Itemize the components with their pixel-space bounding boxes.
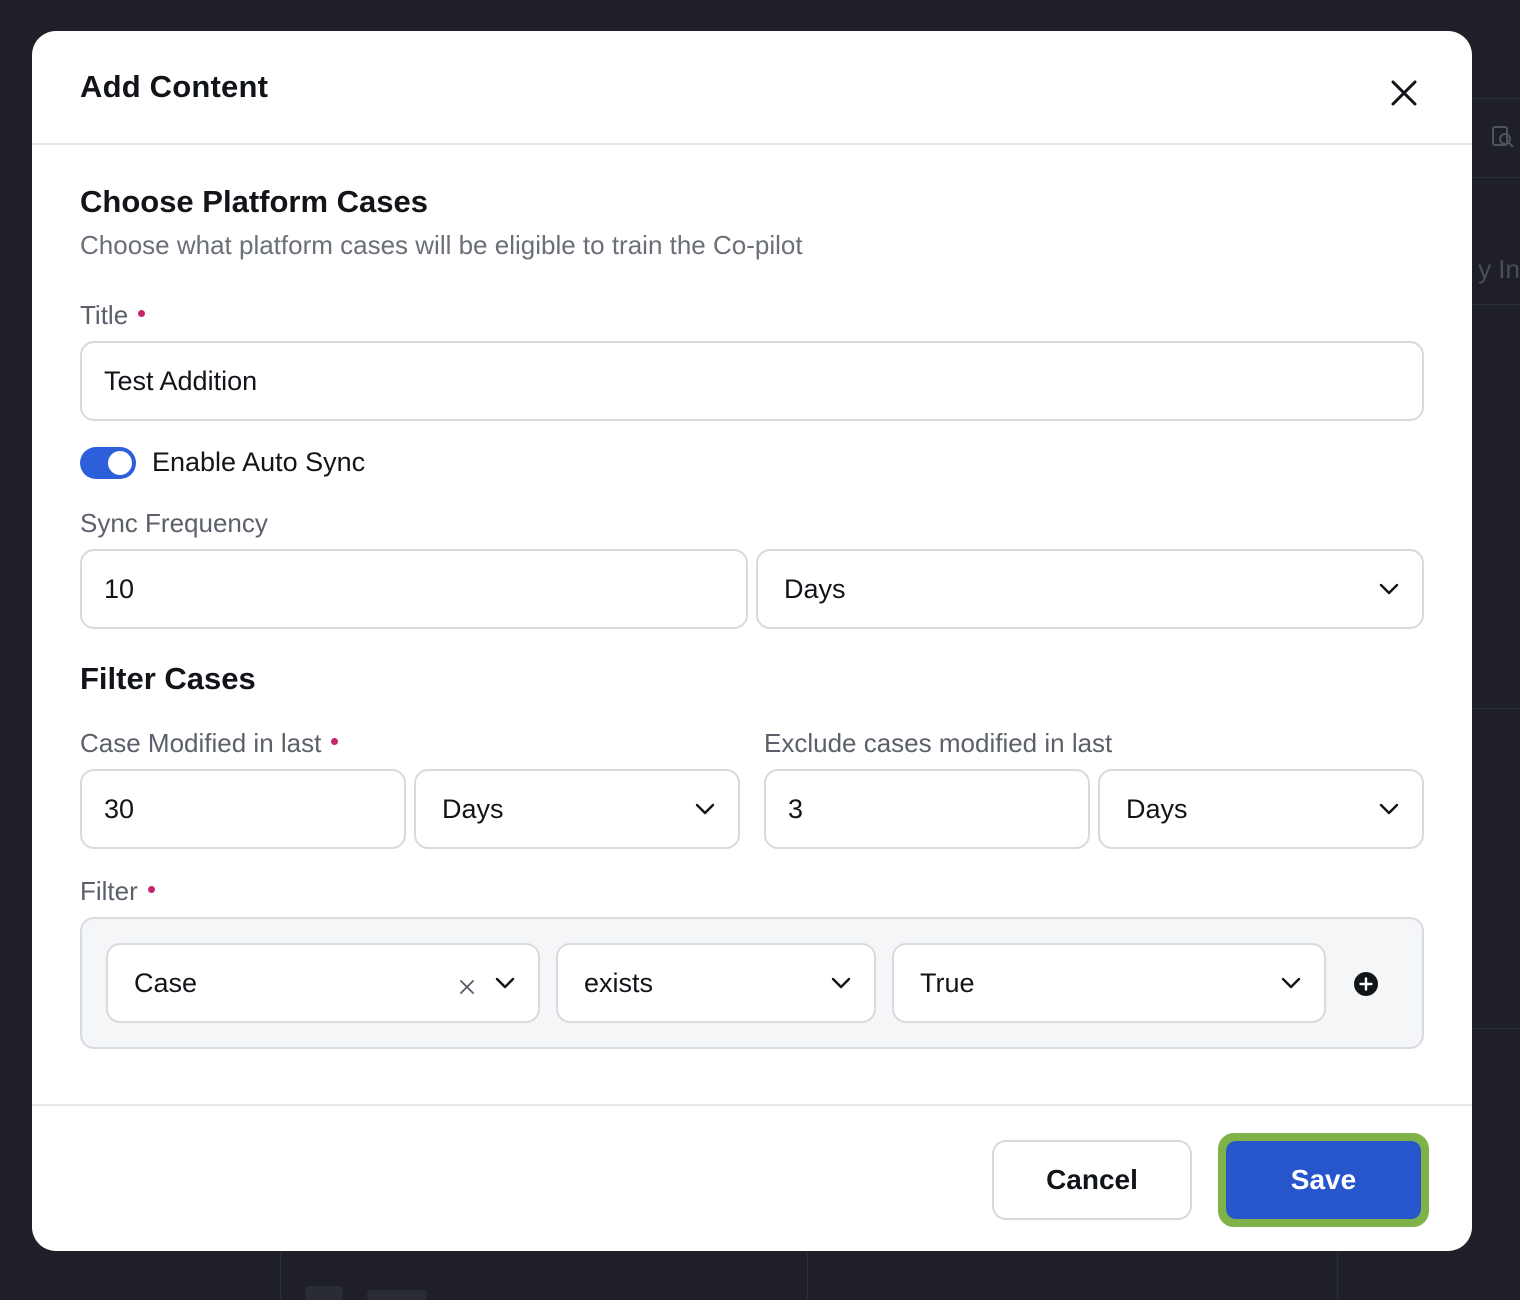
filter-label: Filter — [80, 876, 155, 907]
case-modified-label: Case Modified in last — [80, 728, 339, 759]
required-indicator — [331, 737, 339, 745]
sync-frequency-input[interactable]: 10 — [80, 549, 748, 629]
filter-cases-heading: Filter Cases — [80, 661, 256, 696]
modal-header: Add Content — [32, 31, 1472, 145]
sync-frequency-label: Sync Frequency — [80, 508, 268, 538]
case-modified-input[interactable]: 30 — [80, 769, 406, 849]
chevron-down-icon — [1376, 796, 1402, 822]
chevron-down-icon — [828, 970, 854, 996]
background-divider — [1472, 708, 1520, 709]
exclude-cases-unit-select[interactable]: Days — [1098, 769, 1424, 849]
save-button[interactable]: Save — [1226, 1141, 1421, 1219]
cancel-button[interactable]: Cancel — [992, 1140, 1192, 1220]
auto-sync-toggle[interactable] — [80, 447, 136, 479]
background-divider — [1472, 304, 1520, 305]
modal-title: Add Content — [80, 69, 269, 104]
case-modified-unit-select[interactable]: Days — [414, 769, 740, 849]
background-divider — [1472, 1028, 1520, 1029]
title-label: Title — [80, 300, 146, 331]
close-button[interactable] — [1384, 73, 1424, 113]
filter-value-select[interactable]: True — [892, 943, 1326, 1023]
clear-icon[interactable] — [456, 974, 478, 996]
add-content-modal: Add Content Choose Platform Cases Choose… — [32, 31, 1472, 1251]
chevron-down-icon — [1278, 970, 1304, 996]
background-table-row — [280, 1252, 1340, 1300]
required-indicator — [138, 309, 146, 317]
exclude-cases-unit-value: Days — [1126, 793, 1188, 824]
sync-frequency-unit-select[interactable]: Days — [756, 549, 1424, 629]
plus-circle-icon — [1354, 972, 1378, 996]
platform-cases-description: Choose what platform cases will be eligi… — [80, 230, 803, 260]
auto-sync-label: Enable Auto Sync — [152, 447, 366, 477]
platform-cases-heading: Choose Platform Cases — [80, 184, 428, 219]
chevron-down-icon — [1376, 576, 1402, 602]
exclude-cases-input[interactable]: 3 — [764, 769, 1090, 849]
filter-operator-value: exists — [584, 967, 654, 998]
filter-operator-select[interactable]: exists — [556, 943, 876, 1023]
filter-value-value: True — [920, 967, 975, 998]
modal-footer: Cancel Save — [32, 1104, 1472, 1251]
chevron-down-icon — [492, 970, 518, 996]
required-indicator — [147, 885, 155, 893]
close-icon — [1391, 80, 1417, 106]
case-modified-unit-value: Days — [442, 793, 504, 824]
filter-field-value: Case — [134, 967, 198, 998]
title-input[interactable]: Test Addition — [80, 341, 1424, 421]
chevron-down-icon — [692, 796, 718, 822]
filter-row-container: Case exists True — [80, 917, 1424, 1049]
add-filter-button[interactable] — [1353, 971, 1379, 997]
filter-field-select[interactable]: Case — [106, 943, 540, 1023]
toggle-knob — [108, 451, 132, 475]
sync-frequency-unit-value: Days — [784, 573, 846, 604]
exclude-cases-label: Exclude cases modified in last — [764, 728, 1113, 758]
search-document-icon — [1490, 124, 1516, 150]
background-text-fragment: y In — [1478, 254, 1520, 284]
